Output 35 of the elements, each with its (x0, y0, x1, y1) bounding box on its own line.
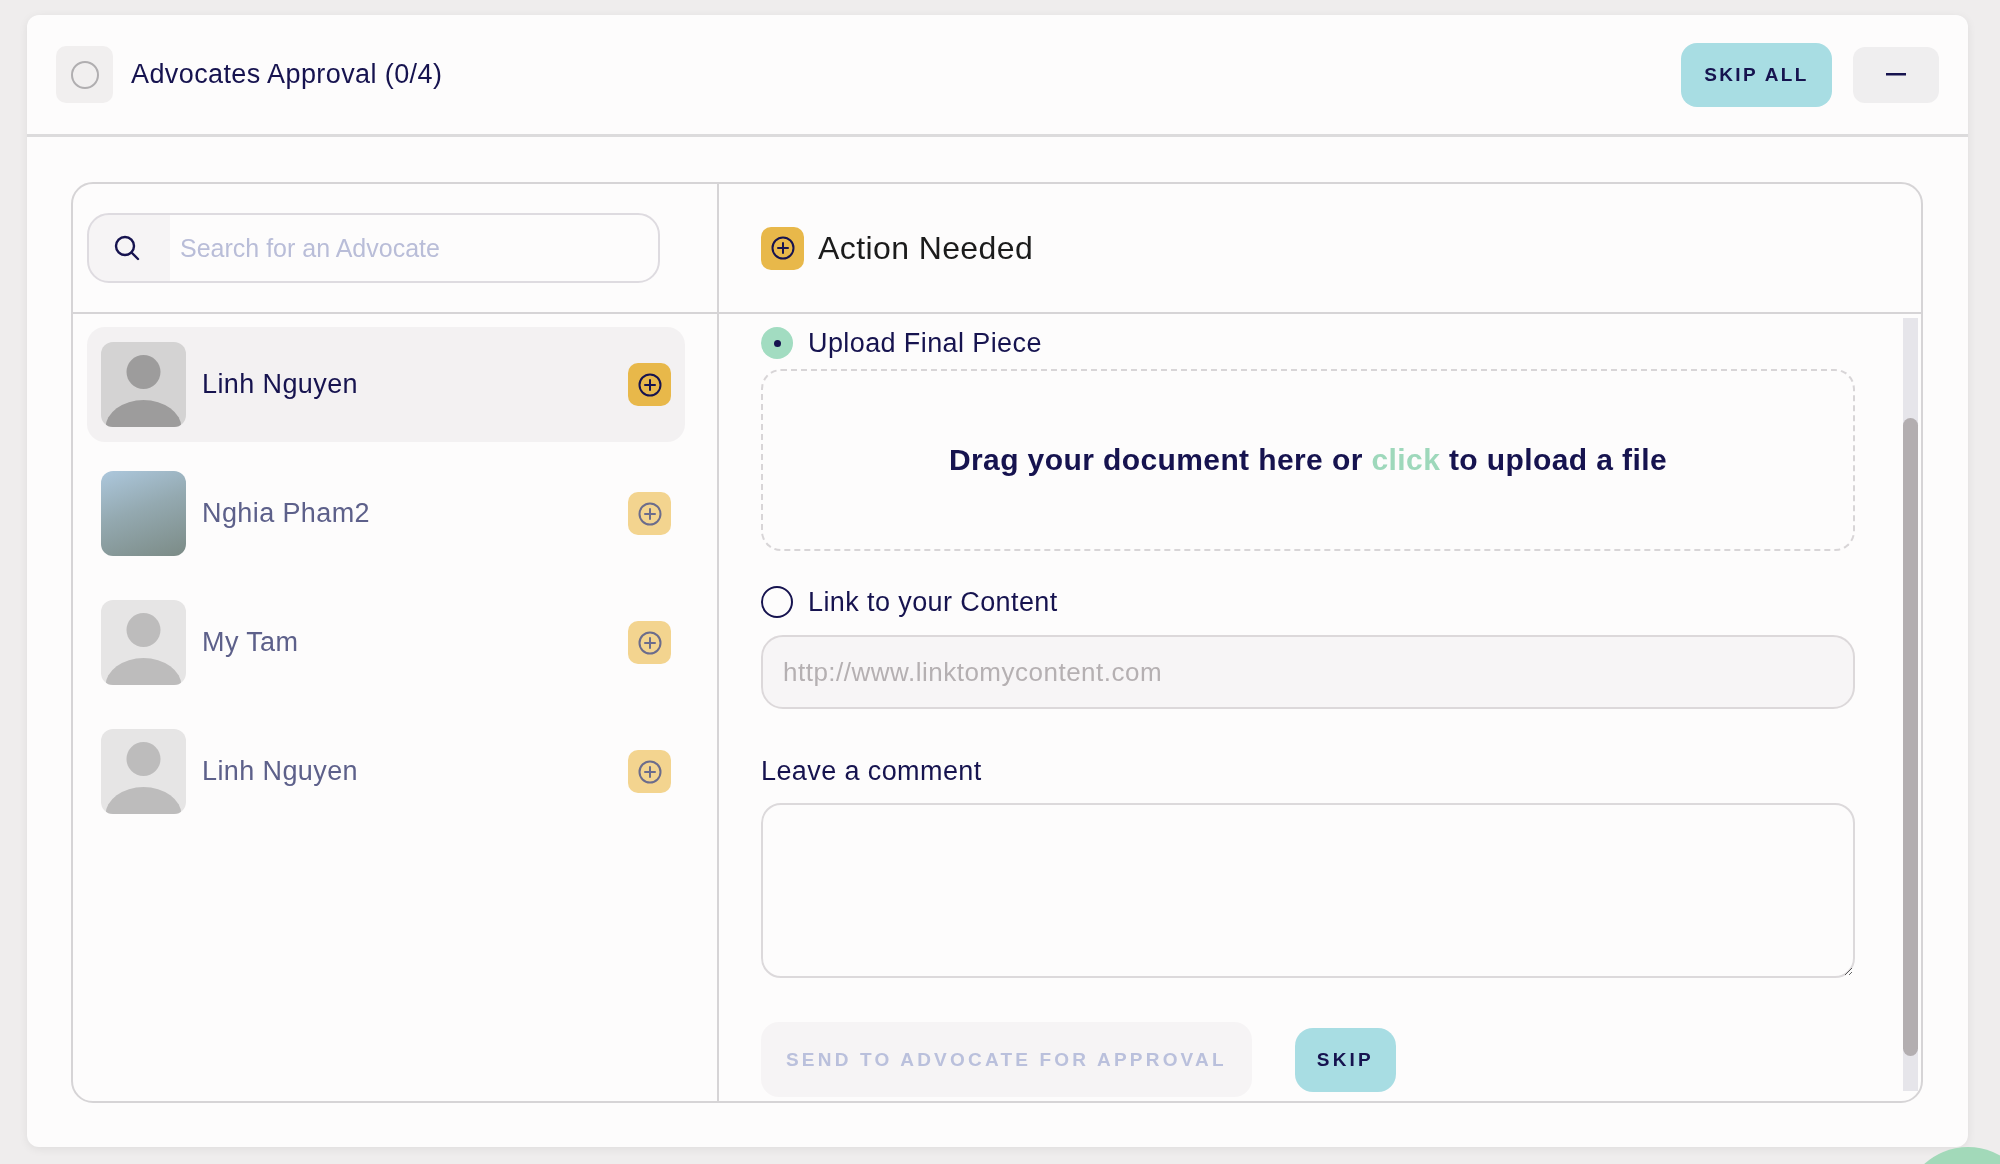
user-avatar-icon (101, 600, 186, 685)
advocate-name: Linh Nguyen (202, 756, 358, 787)
skip-button[interactable]: SKIP (1294, 1027, 1396, 1092)
user-avatar-icon (101, 729, 186, 814)
advocate-name: Nghia Pham2 (202, 498, 370, 529)
comment-label: Leave a comment (761, 756, 982, 786)
search-field[interactable]: Search for an Advocate (87, 213, 660, 283)
checkbox[interactable] (56, 46, 113, 103)
plus-circle-icon (637, 759, 662, 784)
add-button[interactable] (628, 363, 671, 406)
radio-button[interactable] (761, 327, 793, 359)
upload-dropzone[interactable]: Drag your document here or click to upload a file (761, 369, 1855, 551)
section-title: Action Needed (818, 229, 1034, 267)
option-label: Upload Final Piece (808, 327, 1042, 359)
option-label: Link to your Content (808, 586, 1058, 618)
advocate-name: Linh Nguyen (202, 369, 358, 400)
scrollbar[interactable] (1903, 318, 1918, 1091)
radio-button[interactable] (761, 586, 793, 618)
dropzone-text: Drag your document here or click to upload a file (948, 443, 1668, 477)
user-avatar-icon (101, 342, 186, 427)
advocate-name: My Tam (202, 627, 299, 658)
plus-circle-icon (637, 372, 662, 397)
advocate-row[interactable]: Nghia Pham2 (87, 456, 685, 571)
comment-field[interactable] (761, 803, 1855, 978)
plus-circle-icon (637, 501, 662, 526)
search-icon (114, 235, 140, 261)
advocate-row[interactable]: Linh Nguyen (87, 327, 685, 442)
skip-all-button[interactable]: SKIP ALL (1681, 42, 1832, 107)
plus-circle-icon (637, 630, 662, 655)
scrollbar-thumb[interactable] (1903, 418, 1918, 1056)
advocate-row[interactable]: My Tam (87, 585, 685, 700)
url-field[interactable]: http://www.linktomycontent.com (761, 635, 1855, 709)
minus-icon (1886, 73, 1906, 76)
advocate-row[interactable]: Linh Nguyen (87, 714, 685, 829)
panel-title: Advocates Approval (0/4) (131, 59, 443, 90)
